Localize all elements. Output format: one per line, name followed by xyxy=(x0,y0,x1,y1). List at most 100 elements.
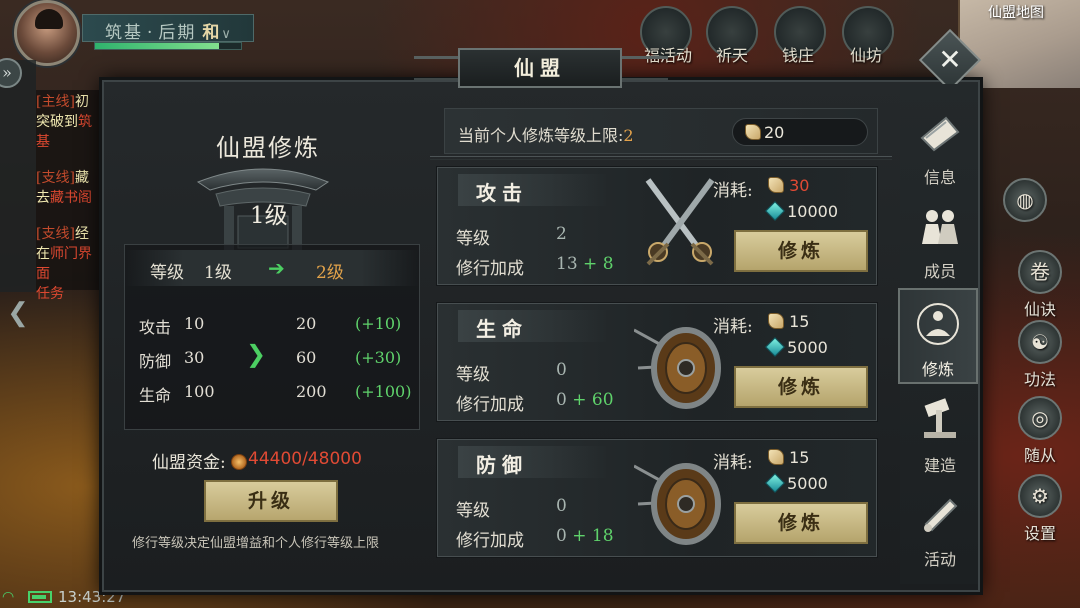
train-card-attack: 攻击 等级 2 修行加成 13 + 8 消耗: 30 10000 修炼 xyxy=(436,166,878,286)
level-label: 等级 xyxy=(150,263,184,283)
top-btn-label-shop: 仙坊 xyxy=(850,46,883,65)
personal-limit: 当前个人修炼等级上限:2 xyxy=(458,126,634,145)
wifi-icon: ◠ xyxy=(2,589,15,605)
scroll-icon xyxy=(768,313,784,329)
upgrade-button[interactable]: 升级 xyxy=(204,480,338,522)
left-quest-tabs xyxy=(0,60,36,292)
card-title: 生命 xyxy=(458,310,608,342)
scroll-token-icon xyxy=(745,124,761,140)
cost-gem: 5000 xyxy=(765,337,828,357)
taiji-icon: ☯ xyxy=(1018,320,1062,364)
divider xyxy=(430,156,892,160)
gem-icon xyxy=(765,473,785,493)
hammer-icon xyxy=(924,398,956,438)
quest-line-3: [支线]藏 xyxy=(36,170,89,186)
swirl-icon: ◍ xyxy=(1003,178,1047,222)
quest-line-7: 任务 xyxy=(36,286,64,302)
pet-icon: ◎ xyxy=(1018,396,1062,440)
scroll-icon xyxy=(768,177,784,193)
card-title: 攻击 xyxy=(458,174,608,206)
stat-row-defense: 防御 30 60 (+30) xyxy=(139,348,402,371)
close-icon: ✕ xyxy=(938,43,962,76)
battery-icon xyxy=(28,591,52,603)
scroll-icon: 卷 xyxy=(1018,250,1062,294)
realm-stage: 筑基 xyxy=(105,23,143,43)
funds-value: 44400/48000 xyxy=(248,449,362,469)
stat-row-hp: 生命 100 200 (+100) xyxy=(139,382,412,405)
quest-line-6: 在师门界面 xyxy=(36,246,92,282)
funds-label: 仙盟资金: xyxy=(152,448,248,473)
cost-scroll: 15 xyxy=(768,448,809,467)
card-level-row: 等级 2 xyxy=(456,224,567,249)
gem-icon xyxy=(765,337,785,357)
cost-label: 消耗: xyxy=(713,317,753,337)
quest-line-4: 去藏书阁 xyxy=(36,190,92,206)
top-btn-label-pray: 祈天 xyxy=(716,46,749,65)
cost-scroll: 30 xyxy=(768,176,809,195)
cost-gem: 10000 xyxy=(765,201,838,221)
card-title: 防御 xyxy=(458,446,608,478)
card-level-row: 等级 0 xyxy=(456,496,567,521)
tab-events[interactable]: 活动 xyxy=(900,480,980,576)
dialog-title: 仙盟 xyxy=(458,48,622,88)
quest-line-1: [主线]初 xyxy=(36,94,89,110)
level-current: 1级 xyxy=(204,263,232,283)
menu-circle-partial[interactable]: ◍ xyxy=(1000,178,1050,224)
banner-icon xyxy=(924,498,958,532)
exp-bar-fill xyxy=(95,43,220,49)
realm-phase: 后期 xyxy=(158,23,197,43)
quest-line-5: [支线]经 xyxy=(36,226,89,242)
train-button-hp[interactable]: 修炼 xyxy=(734,366,868,408)
tab-build[interactable]: 建造 xyxy=(900,386,980,482)
menu-xianjue[interactable]: 卷仙诀 xyxy=(1010,250,1070,320)
train-button-attack[interactable]: 修炼 xyxy=(734,230,868,272)
level-compare: 等级 1级 ➔ 2级 xyxy=(124,250,420,286)
cost-label: 消耗: xyxy=(713,181,753,201)
realm-flag: 和 xyxy=(202,23,222,43)
cost-gem: 5000 xyxy=(765,473,828,493)
tab-info[interactable]: 信息 xyxy=(900,98,980,194)
coin-icon xyxy=(231,454,248,470)
arrow-right-icon: ➔ xyxy=(268,256,285,280)
stat-row-attack: 攻击 10 20 (+10) xyxy=(139,314,402,337)
top-btn-label-bank: 钱庄 xyxy=(782,46,815,65)
minimap-title: 仙盟地图 xyxy=(988,5,1044,21)
dialog-side-tabs: 信息 成员 修炼 建造 活动 xyxy=(898,84,980,584)
upgrade-hint: 修行等级决定仙盟增益和个人修行等级上限 xyxy=(132,536,380,551)
token-counter xyxy=(732,118,868,146)
train-card-defense: 防御 等级 0 修行加成 0 + 18 消耗: 15 5000 修炼 xyxy=(436,438,878,558)
menu-suicong[interactable]: ◎ 随从 xyxy=(1010,396,1070,466)
menu-settings[interactable]: ⚙ 设置 xyxy=(1010,474,1070,544)
card-bonus-row: 修行加成 0 + 60 xyxy=(456,390,614,415)
cost-label: 消耗: xyxy=(713,453,753,473)
gem-icon xyxy=(765,201,785,221)
realm-bar[interactable]: 筑基 · 后期 和∨ xyxy=(82,14,254,43)
scroll-icon xyxy=(768,449,784,465)
quest-line-2: 突破到筑基 xyxy=(36,114,92,150)
level-next: 2级 xyxy=(316,263,344,283)
minimap[interactable]: 仙盟地图 xyxy=(958,0,1080,88)
tab-members[interactable]: 成员 xyxy=(900,192,980,288)
meditate-icon xyxy=(917,303,959,345)
card-bonus-row: 修行加成 13 + 8 xyxy=(456,254,614,279)
guild-section-title: 仙盟修炼 xyxy=(216,134,320,162)
train-button-defense[interactable]: 修炼 xyxy=(734,502,868,544)
token-value: 20 xyxy=(764,123,785,142)
cost-scroll: 15 xyxy=(768,312,809,331)
realm-caret: ∨ xyxy=(221,27,233,42)
exp-bar xyxy=(94,42,242,50)
guild-level: 1级 xyxy=(250,203,288,229)
tab-cultivate[interactable]: 修炼 xyxy=(898,288,978,384)
player-avatar[interactable] xyxy=(14,0,80,66)
quest-tracker[interactable]: [主线]初 突破到筑基 [支线]藏 去藏书阁 [支线]经 在师门界面 任务 xyxy=(36,90,104,302)
collapse-left-icon[interactable]: ❮ xyxy=(4,294,32,332)
gear-icon: ⚙ xyxy=(1018,474,1062,518)
card-level-row: 等级 0 xyxy=(456,360,567,385)
members-icon xyxy=(922,210,958,244)
book-icon xyxy=(920,116,960,152)
card-bonus-row: 修行加成 0 + 18 xyxy=(456,526,614,551)
realm-sep: · xyxy=(147,23,155,43)
chevron-right-icon: ❯ xyxy=(246,340,267,368)
train-card-hp: 生命 等级 0 修行加成 0 + 60 消耗: 15 5000 修炼 xyxy=(436,302,878,422)
menu-gongfa[interactable]: ☯ 功法 xyxy=(1010,320,1070,390)
